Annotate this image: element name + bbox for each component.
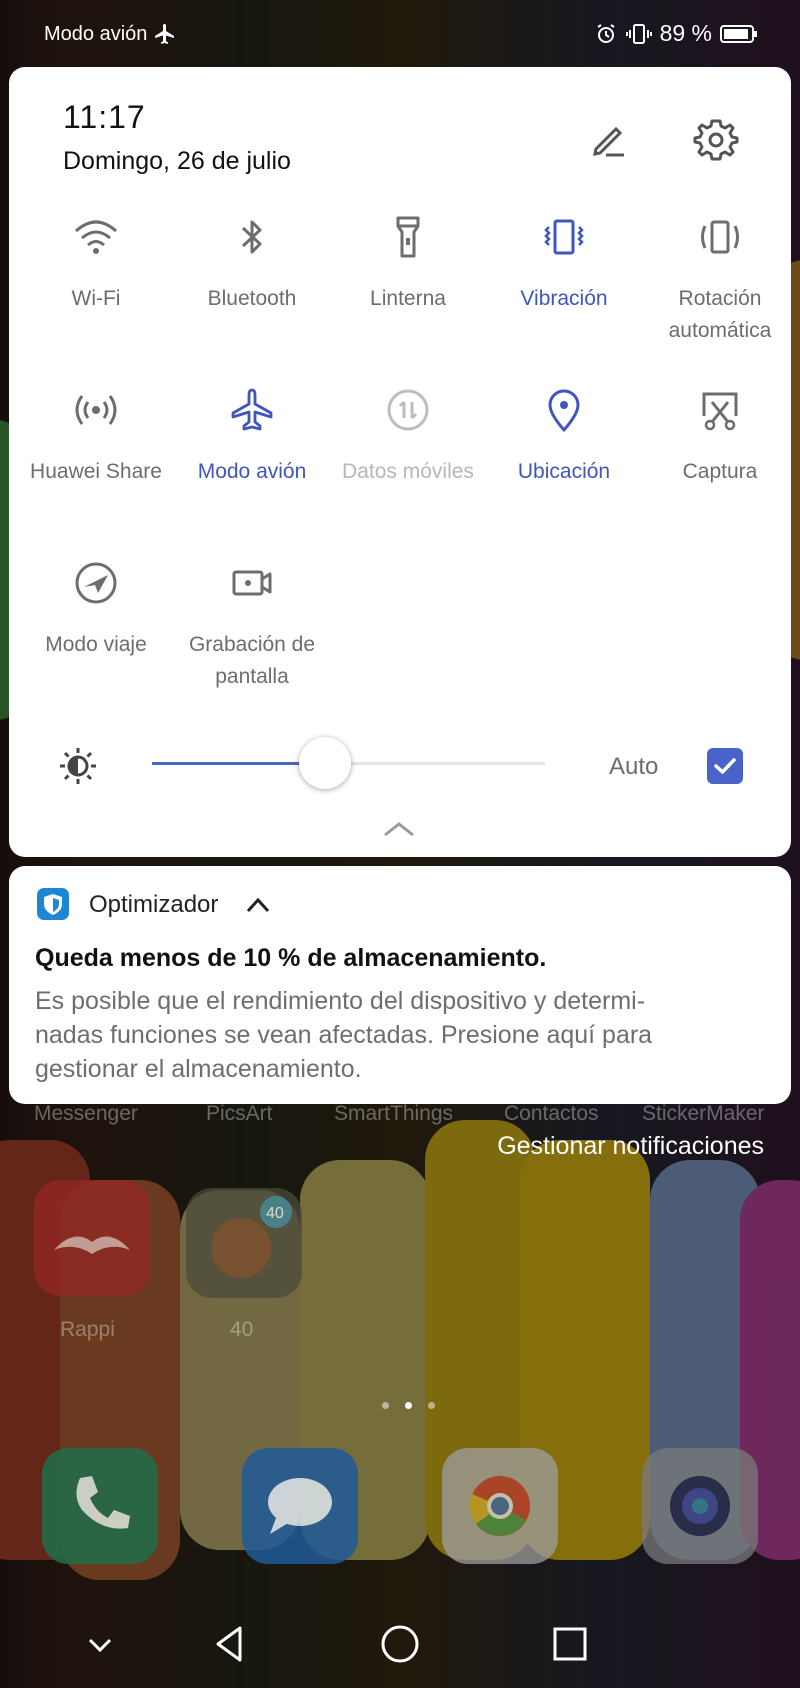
- tile-screen-record[interactable]: Grabación de pantalla: [174, 555, 330, 693]
- navigation-bar: [0, 1600, 800, 1688]
- brightness-icon: [60, 748, 96, 784]
- tile-label: Linterna: [370, 287, 446, 310]
- tile-label: Grabación de pantalla: [188, 633, 316, 688]
- auto-brightness-checkbox[interactable]: [707, 748, 743, 784]
- dock-app-chrome[interactable]: [442, 1448, 558, 1564]
- status-left: Modo avión: [44, 22, 177, 46]
- notification-title: Queda menos de 10 % de almacenamiento.: [35, 944, 547, 972]
- location-icon: [548, 389, 580, 432]
- svg-text:40: 40: [266, 1205, 284, 1222]
- app-label-rappi: Rappi: [60, 1318, 115, 1341]
- tile-label: Captura: [682, 460, 758, 483]
- tile-auto-rotate[interactable]: Rotación automática: [642, 209, 798, 347]
- huawei-share-icon: [75, 395, 117, 425]
- vibrate-status-icon: [625, 23, 652, 44]
- app-label-40: 40: [230, 1318, 254, 1341]
- collapse-chevron-up-icon[interactable]: [381, 818, 417, 840]
- clock-time: 11:17: [63, 99, 146, 135]
- tile-label: Datos móviles: [342, 460, 474, 483]
- tile-label: Rotación automática: [668, 287, 772, 342]
- brightness-slider[interactable]: [152, 737, 545, 789]
- tile-mobile-data[interactable]: Datos móviles: [330, 382, 486, 488]
- dock-app-messages[interactable]: [242, 1448, 358, 1564]
- page-dot-current: [405, 1402, 412, 1409]
- airplane-status-icon: [155, 24, 175, 44]
- screenshot-icon: [702, 392, 738, 431]
- quick-settings-panel: 11:17 Domingo, 26 de julio Wi-Fi Bluetoo…: [9, 67, 791, 857]
- tile-label: Bluetooth: [207, 287, 297, 310]
- settings-gear-icon[interactable]: [692, 115, 740, 163]
- tile-label: Vibración: [520, 287, 608, 310]
- airplane-mode-label: Modo avión: [44, 22, 148, 45]
- faded-label: Messenger: [34, 1102, 138, 1125]
- notification-app-name: Optimizador: [89, 891, 219, 918]
- alarm-icon: [597, 23, 615, 43]
- faded-label: StickerMaker: [642, 1102, 765, 1125]
- notification-card[interactable]: Optimizador Queda menos de 10 % de almac…: [9, 866, 791, 1104]
- chevron-down-icon[interactable]: [76, 1620, 124, 1668]
- home-app-rappi[interactable]: [34, 1180, 150, 1296]
- travel-mode-icon: [75, 562, 117, 604]
- tile-vibration[interactable]: Vibración: [486, 209, 642, 315]
- page-dot: [382, 1402, 389, 1409]
- tile-label: Ubicación: [517, 460, 611, 483]
- checkmark-icon: [714, 758, 736, 774]
- mobile-data-icon: [387, 389, 429, 431]
- camera-icon: [670, 1476, 730, 1536]
- screen-record-icon: [232, 570, 272, 596]
- notification-body: Es posible que el rendimiento del dispos…: [35, 987, 653, 1083]
- tile-label: Modo viaje: [45, 633, 147, 656]
- tile-label: Modo avión: [197, 460, 307, 483]
- tile-travel-mode[interactable]: Modo viaje: [18, 555, 174, 661]
- home-icon[interactable]: [376, 1620, 424, 1668]
- tile-screenshot[interactable]: Captura: [642, 382, 798, 488]
- tile-wifi[interactable]: Wi-Fi: [18, 209, 174, 315]
- dock-app-camera[interactable]: [642, 1448, 758, 1564]
- home-app-40[interactable]: 40: [186, 1188, 302, 1298]
- battery-percent: 89 %: [659, 20, 712, 46]
- status-right: 89 %: [594, 20, 758, 47]
- brightness-slider-knob[interactable]: [298, 737, 351, 789]
- chrome-icon: [469, 1476, 530, 1536]
- phone-icon: [76, 1476, 130, 1529]
- recents-icon[interactable]: [546, 1620, 594, 1668]
- tile-huawei-share[interactable]: Huawei Share: [18, 382, 174, 488]
- bluetooth-icon: [241, 220, 262, 254]
- chevron-up-icon[interactable]: [245, 896, 271, 914]
- airplane-icon: [231, 388, 273, 431]
- tile-bluetooth[interactable]: Bluetooth: [174, 209, 330, 315]
- tile-flashlight[interactable]: Linterna: [330, 209, 486, 315]
- page-indicator: [382, 1402, 435, 1409]
- dock-app-phone[interactable]: [42, 1448, 158, 1564]
- wifi-icon: [74, 220, 118, 254]
- optimizer-app-icon: [37, 888, 69, 920]
- faded-label: Contactos: [504, 1102, 599, 1125]
- tile-label: Huawei Share: [30, 460, 162, 483]
- manage-notifications-link[interactable]: Gestionar notificaciones: [497, 1132, 764, 1161]
- page-dot: [428, 1402, 435, 1409]
- tile-label: Wi-Fi: [71, 287, 121, 310]
- battery-icon: [720, 24, 757, 43]
- faded-label: PicsArt: [206, 1102, 273, 1125]
- vibration-icon: [544, 219, 584, 255]
- flashlight-icon: [396, 216, 420, 258]
- messages-icon: [268, 1478, 332, 1534]
- auto-rotate-icon: [701, 220, 739, 254]
- game-40-icon: 40: [211, 1196, 292, 1278]
- clock-date: Domingo, 26 de julio: [63, 147, 291, 175]
- tile-location[interactable]: Ubicación: [486, 382, 642, 488]
- edit-icon[interactable]: [584, 115, 632, 163]
- rappi-icon: [54, 1236, 130, 1254]
- back-icon[interactable]: [206, 1620, 254, 1668]
- auto-brightness-label: Auto: [609, 753, 659, 780]
- status-bar: Modo avión 89 %: [0, 0, 800, 66]
- faded-label: SmartThings: [334, 1102, 454, 1125]
- tile-airplane-mode[interactable]: Modo avión: [174, 382, 330, 488]
